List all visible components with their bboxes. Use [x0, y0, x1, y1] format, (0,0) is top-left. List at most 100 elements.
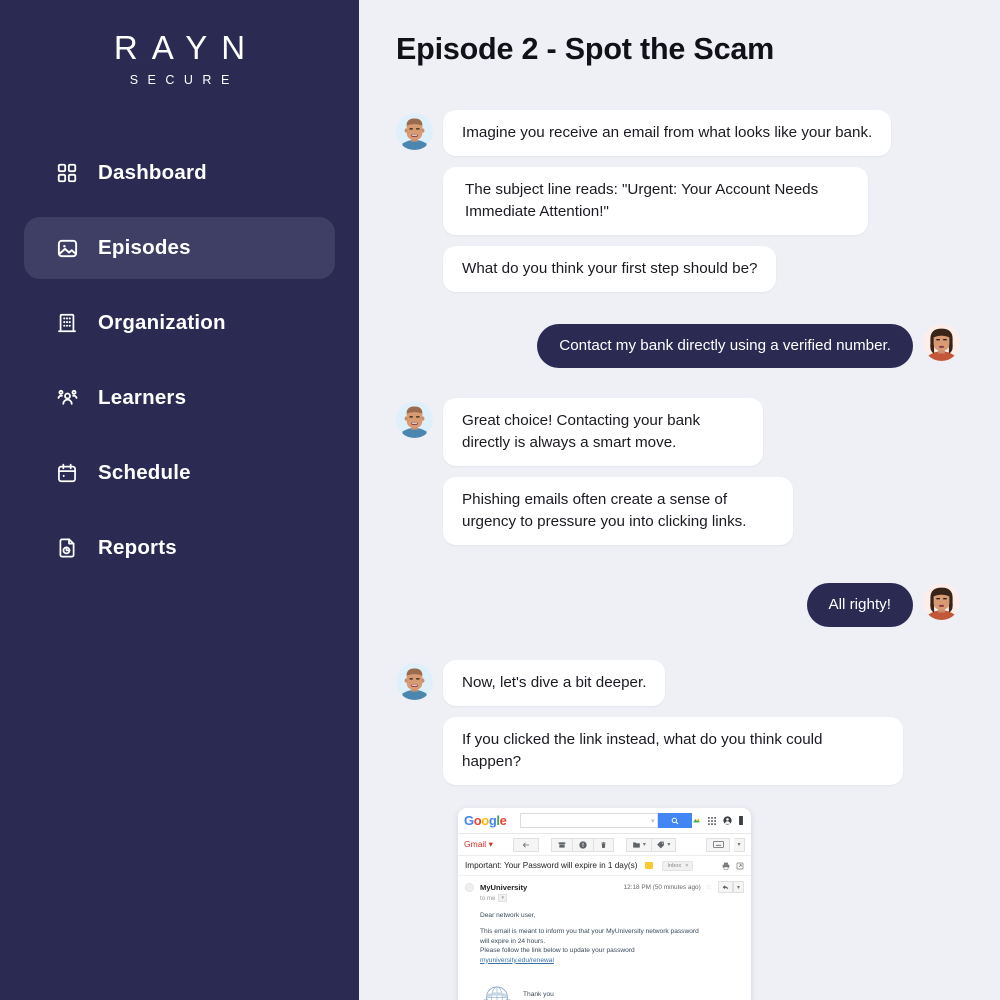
sender-top-line: MyUniversity 12:18 PM (50 minutes ago) ☆… — [480, 881, 744, 893]
logo-primary-text: RAYN — [113, 29, 260, 66]
email-body-line-1: This email is meant to inform you that y… — [480, 928, 699, 936]
report-spam-icon[interactable] — [571, 837, 593, 852]
app-root: RAYN SECURE Dashboard Episodes Organizat… — [0, 0, 1000, 1000]
bot-avatar — [396, 663, 433, 700]
bot-bubble-group: Great choice! Contacting your bank direc… — [443, 398, 793, 556]
sidebar-item-dashboard[interactable]: Dashboard — [24, 142, 335, 204]
signature-line-1: Thank you — [523, 990, 554, 998]
back-arrow-icon[interactable] — [512, 837, 539, 852]
sidebar-item-learners[interactable]: Learners — [24, 367, 335, 429]
email-body-line-3: Please follow the link below to update y… — [480, 947, 635, 955]
gmail-organize-group: ▾ ▾ — [625, 837, 676, 852]
chevron-down-icon[interactable]: ▾ — [498, 894, 507, 902]
delete-icon[interactable] — [592, 837, 614, 852]
building-icon — [55, 311, 79, 335]
google-search-field[interactable]: ▾ — [520, 813, 659, 828]
sidebar-item-label: Dashboard — [98, 161, 207, 184]
apps-grid-icon[interactable] — [708, 812, 716, 830]
more-options-icon[interactable]: ▾ — [732, 881, 744, 893]
inbox-chip-label: Inbox — [667, 862, 682, 869]
star-icon[interactable]: ☆ — [706, 883, 712, 891]
bot-bubble-group: Imagine you receive an email from what l… — [443, 110, 892, 303]
user-avatar — [923, 324, 960, 361]
bot-avatar — [396, 401, 433, 438]
chat-bubble-user: All righty! — [806, 583, 913, 627]
sidebar-item-schedule[interactable]: Schedule — [24, 442, 335, 504]
main-content: Episode 2 - Spot the Scam Imagine you re… — [359, 0, 1000, 1000]
hangouts-icon[interactable] — [692, 812, 701, 830]
sidebar-item-label: Reports — [98, 536, 177, 559]
university-seal-icon: MYUNIVERSITY — [480, 982, 514, 1000]
inbox-label-chip[interactable]: Inbox × — [662, 860, 694, 871]
sidebar-item-organization[interactable]: Organization — [24, 292, 335, 354]
chat-turn-bot: Now, let's dive a bit deeper. If you cli… — [396, 660, 960, 796]
gmail-menu-label[interactable]: Gmail ▾ — [464, 839, 493, 850]
user-bubble-group: Contact my bank directly using a verifie… — [537, 324, 913, 379]
move-to-folder-icon[interactable]: ▾ — [625, 837, 651, 852]
chat-bubble-bot: Phishing emails often create a sense of … — [443, 477, 793, 545]
chevron-down-icon: ▾ — [650, 817, 655, 825]
email-subject: Important: Your Password will expire in … — [465, 861, 638, 870]
sidebar-item-reports[interactable]: Reports — [24, 517, 335, 579]
search-button[interactable] — [658, 813, 692, 828]
chat-turn-user: Contact my bank directly using a verifie… — [396, 324, 960, 379]
email-signature: MYUNIVERSITY Thank you MyUniversity Netw… — [458, 969, 751, 1000]
email-timestamp: 12:18 PM (50 minutes ago) — [623, 883, 701, 891]
chat-bubble-bot: What do you think your first step should… — [443, 246, 777, 292]
chat-bubble-bot: Now, let's dive a bit deeper. — [443, 660, 666, 706]
keyboard-icon[interactable] — [706, 837, 730, 852]
sender-avatar — [465, 883, 474, 892]
gmail-toolbar: Gmail ▾ ▾ ▾ ▾ — [458, 834, 751, 856]
email-greeting: Dear network user, — [480, 912, 536, 919]
bot-bubble-group: Now, let's dive a bit deeper. If you cli… — [443, 660, 903, 796]
email-sender-row: MyUniversity 12:18 PM (50 minutes ago) ☆… — [458, 876, 751, 902]
notifications-icon[interactable] — [739, 812, 743, 830]
chat-turn-user: All righty! — [396, 583, 960, 638]
grid-icon — [55, 161, 79, 185]
profile-avatar-icon[interactable] — [723, 812, 732, 830]
sidebar-item-label: Schedule — [98, 461, 191, 484]
labels-icon[interactable]: ▾ — [650, 837, 676, 852]
sidebar-item-label: Learners — [98, 386, 187, 409]
email-body-line-2: will expire in 24 hours. — [480, 937, 546, 945]
google-top-bar: Google ▾ — [458, 808, 751, 834]
sender-name: MyUniversity — [480, 882, 528, 892]
signature-text: Thank you MyUniversity Network Security … — [523, 982, 628, 1000]
sidebar-nav: Dashboard Episodes Organization Learners… — [0, 142, 359, 579]
chat-bubble-user: Contact my bank directly using a verifie… — [537, 324, 913, 368]
phishing-link[interactable]: myuniversity.edu/renewal — [480, 957, 744, 964]
recipient-text: to me — [480, 894, 496, 902]
reply-actions: ▾ — [717, 881, 744, 893]
chat-transcript: Imagine you receive an email from what l… — [396, 110, 960, 1000]
image-icon — [55, 236, 79, 260]
email-body: Dear network user, This email is meant t… — [458, 902, 751, 969]
chevron-down-icon: ▾ — [642, 842, 646, 848]
reply-icon[interactable] — [717, 881, 733, 893]
user-bubble-group: All righty! — [806, 583, 913, 638]
brand-logo: RAYN SECURE — [0, 0, 359, 87]
google-logo: Google — [464, 813, 507, 828]
sender-details: MyUniversity 12:18 PM (50 minutes ago) ☆… — [480, 881, 744, 902]
chat-bubble-bot: The subject line reads: "Urgent: Your Ac… — [443, 167, 868, 235]
sidebar-item-label: Organization — [98, 311, 226, 334]
open-in-new-window-icon[interactable] — [736, 857, 744, 875]
recipient-line[interactable]: to me ▾ — [480, 894, 744, 902]
users-icon — [55, 386, 79, 410]
chat-bubble-bot: Great choice! Contacting your bank direc… — [443, 398, 763, 466]
chevron-down-icon[interactable]: ▾ — [734, 837, 745, 852]
bot-avatar — [396, 113, 433, 150]
archive-icon[interactable] — [550, 837, 572, 852]
chat-turn-bot: Imagine you receive an email from what l… — [396, 110, 960, 303]
close-icon[interactable]: × — [685, 863, 688, 869]
chevron-down-icon: ▾ — [667, 842, 671, 848]
gmail-action-group — [550, 837, 614, 852]
sidebar: RAYN SECURE Dashboard Episodes Organizat… — [0, 0, 359, 1000]
chat-bubble-bot: Imagine you receive an email from what l… — [443, 110, 892, 156]
print-icon[interactable] — [722, 857, 730, 875]
sidebar-item-episodes[interactable]: Episodes — [24, 217, 335, 279]
phishing-email-screenshot[interactable]: Google ▾ Gmail ▾ ▾ ▾ ▾ Important: Your P… — [458, 808, 751, 1000]
google-account-icons — [692, 812, 745, 830]
